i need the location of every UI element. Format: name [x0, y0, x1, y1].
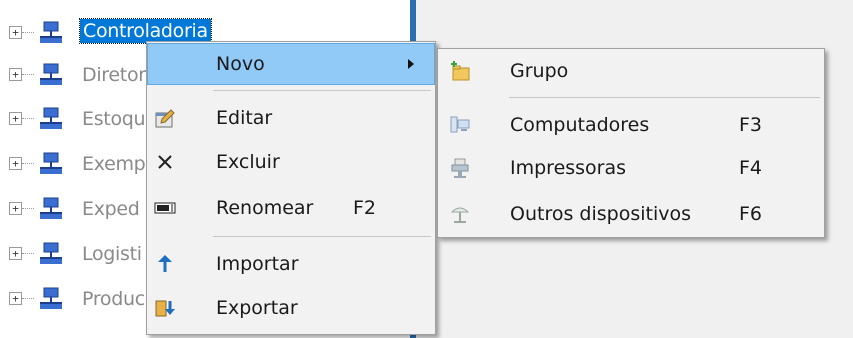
submenu-item-label: Outros dispositivos	[510, 203, 692, 225]
rename-icon	[154, 202, 176, 214]
computer-icon	[450, 116, 470, 133]
menu-item-label: Renomear	[216, 197, 314, 219]
menu-item-renomear[interactable]: Renomear F2	[148, 188, 434, 228]
submenu-item-shortcut: F4	[739, 157, 763, 179]
context-menu: Novo Editar Excluir Renomear F2 Importar…	[146, 41, 436, 335]
menu-separator	[213, 90, 431, 91]
menu-separator	[213, 236, 431, 237]
menu-item-label: Importar	[216, 253, 299, 275]
other-device-icon	[450, 207, 470, 223]
edit-icon	[155, 109, 175, 128]
network-group-icon	[40, 63, 62, 85]
printer-icon	[451, 158, 469, 178]
tree-node-label[interactable]: Produc	[82, 288, 145, 310]
expand-icon[interactable]: +	[9, 157, 22, 170]
menu-item-editar[interactable]: Editar	[148, 98, 434, 138]
tree-node-label[interactable]: Logisti	[82, 243, 142, 265]
submenu-item-label: Computadores	[510, 114, 650, 136]
tree-node-label[interactable]: Exemp	[82, 153, 146, 175]
tree-connector	[22, 253, 34, 254]
tree-node-label[interactable]: Estoqu	[82, 108, 146, 130]
expand-icon[interactable]: +	[9, 112, 22, 125]
submenu-item-shortcut: F3	[739, 114, 763, 136]
expand-icon[interactable]: +	[9, 292, 22, 305]
tree-connector	[22, 118, 34, 119]
expand-icon[interactable]: +	[9, 202, 22, 215]
expand-icon[interactable]: +	[9, 247, 22, 260]
submenu-arrow-icon	[408, 59, 414, 69]
menu-item-label: Editar	[216, 107, 273, 129]
export-icon	[155, 300, 175, 317]
menu-item-label: Novo	[216, 53, 265, 75]
submenu-item-grupo[interactable]: Grupo	[439, 51, 823, 91]
network-group-icon	[40, 152, 62, 174]
network-group-icon	[40, 287, 62, 309]
tree-connector	[22, 208, 34, 209]
submenu-item-label: Grupo	[510, 60, 569, 82]
import-icon	[158, 255, 172, 272]
expand-icon[interactable]: +	[9, 68, 22, 81]
submenu-item-label: Impressoras	[510, 157, 627, 179]
network-group-icon	[40, 21, 62, 43]
novo-submenu: Grupo Computadores F3 Impressoras F4 Out…	[437, 48, 825, 238]
tree-node-label[interactable]: Diretor	[82, 64, 146, 86]
delete-icon	[158, 155, 172, 169]
menu-item-exportar[interactable]: Exportar	[148, 288, 434, 328]
menu-item-label: Exportar	[216, 297, 298, 319]
menu-item-shortcut: F2	[353, 197, 377, 219]
tree-connector	[22, 32, 34, 33]
expand-icon[interactable]: +	[9, 26, 22, 39]
app-window: + Controladoria + Diretor + Estoqu + Exe…	[0, 0, 853, 338]
submenu-item-outros-dispositivos[interactable]: Outros dispositivos F6	[439, 194, 823, 234]
menu-item-label: Excluir	[216, 151, 280, 173]
menu-item-excluir[interactable]: Excluir	[148, 142, 434, 182]
submenu-item-computadores[interactable]: Computadores F3	[439, 105, 823, 145]
network-group-icon	[40, 107, 62, 129]
network-group-icon	[40, 197, 62, 219]
menu-separator	[509, 97, 820, 98]
tree-node-label[interactable]: Controladoria	[79, 18, 212, 44]
tree-connector	[22, 163, 34, 164]
tree-connector	[22, 298, 34, 299]
submenu-item-shortcut: F6	[739, 203, 763, 225]
network-group-icon	[40, 242, 62, 264]
tree-connector	[22, 74, 34, 75]
new-group-folder-icon	[451, 61, 470, 81]
tree-node-label[interactable]: Exped	[82, 198, 140, 220]
menu-item-importar[interactable]: Importar	[148, 244, 434, 284]
submenu-item-impressoras[interactable]: Impressoras F4	[439, 148, 823, 188]
menu-item-novo[interactable]: Novo	[147, 43, 435, 85]
